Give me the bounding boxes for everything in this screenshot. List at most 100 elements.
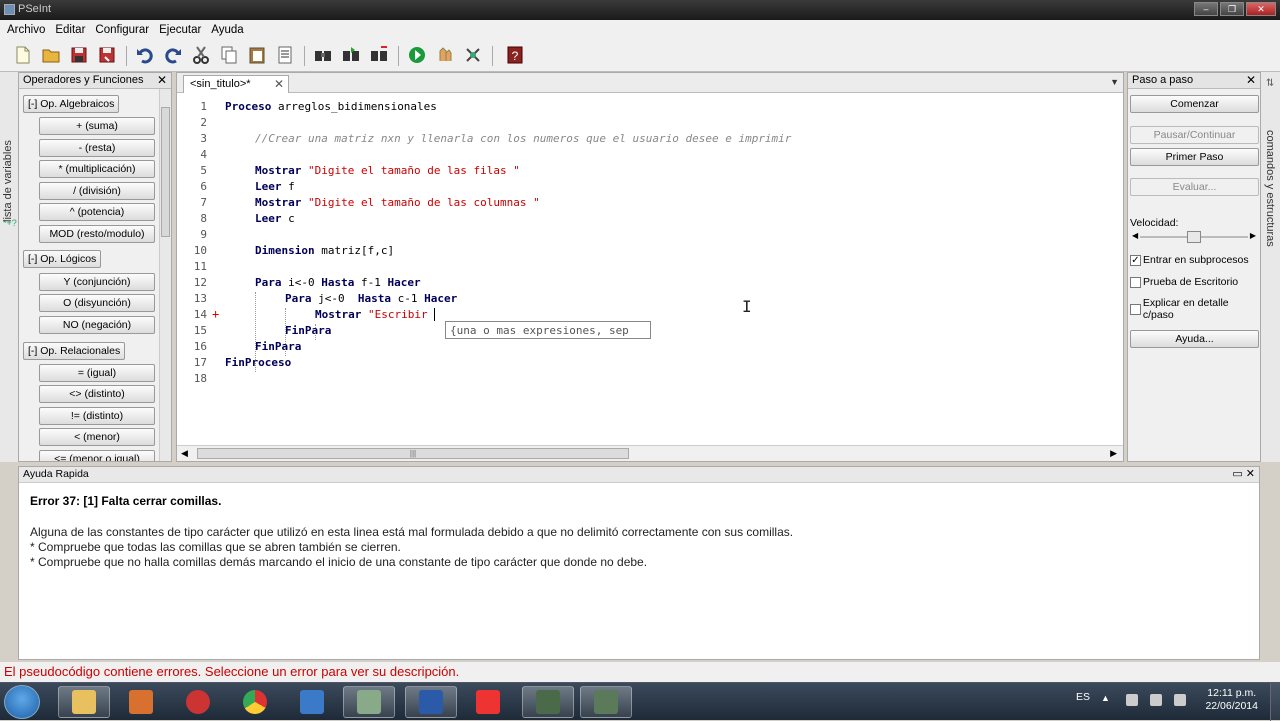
save-icon[interactable] bbox=[68, 44, 90, 66]
word-icon[interactable] bbox=[405, 686, 457, 718]
op-potencia[interactable]: ^ (potencia) bbox=[39, 203, 155, 221]
close-icon[interactable]: ✕ bbox=[1246, 73, 1256, 87]
quick-help-header: Ayuda Rapida ▭ ✕ bbox=[19, 467, 1259, 483]
slider-knob[interactable] bbox=[1187, 231, 1201, 243]
pseint-icon[interactable] bbox=[343, 686, 395, 718]
cut-icon[interactable] bbox=[190, 44, 212, 66]
menu-configurar[interactable]: Configurar bbox=[90, 24, 154, 36]
group-logicos[interactable]: [-] Op. Lógicos bbox=[23, 250, 102, 268]
group-relacionales[interactable]: [-] Op. Relacionales bbox=[23, 342, 126, 360]
slider-right-icon[interactable]: ▶ bbox=[1250, 231, 1256, 240]
step-icon[interactable] bbox=[434, 44, 456, 66]
language-indicator[interactable]: ES bbox=[1076, 691, 1090, 703]
new-file-icon[interactable] bbox=[12, 44, 34, 66]
line-number: 4 bbox=[200, 148, 207, 161]
undo-icon[interactable] bbox=[134, 44, 156, 66]
operators-panel: Operadores y Funciones ✕ [-] Op. Algebra… bbox=[18, 72, 172, 462]
redo-icon[interactable] bbox=[162, 44, 184, 66]
menu-ayuda[interactable]: Ayuda bbox=[206, 24, 248, 36]
menu-ejecutar[interactable]: Ejecutar bbox=[154, 24, 206, 36]
find-next-icon[interactable] bbox=[340, 44, 362, 66]
open-folder-icon[interactable] bbox=[40, 44, 62, 66]
tab-sin-titulo[interactable]: <sin_titulo>* ✕ bbox=[183, 75, 289, 93]
acrobat-icon[interactable] bbox=[462, 686, 514, 718]
replace-icon[interactable] bbox=[368, 44, 390, 66]
movie-maker-icon[interactable] bbox=[286, 686, 338, 718]
volume-icon[interactable] bbox=[1174, 694, 1186, 706]
checkbox[interactable] bbox=[1130, 276, 1141, 288]
check-prueba-escritorio[interactable]: Prueba de Escritorio bbox=[1130, 276, 1238, 288]
code-line: Para j<-0 Hasta c-1 Hacer bbox=[285, 292, 458, 305]
op-distinto[interactable]: <> (distinto) bbox=[39, 385, 155, 403]
slider-left-icon[interactable]: ◀ bbox=[1132, 231, 1138, 240]
error-hint-2: * Compruebe que no halla comillas demás … bbox=[30, 555, 648, 569]
op-menor[interactable]: < (menor) bbox=[39, 428, 155, 446]
error-hint-1: * Compruebe que todas las comillas que s… bbox=[30, 540, 401, 554]
op-division[interactable]: / (división) bbox=[39, 182, 155, 200]
first-step-button[interactable]: Primer Paso bbox=[1130, 148, 1259, 166]
op-menor-igual[interactable]: <= (menor o igual) bbox=[39, 450, 155, 461]
close-icon[interactable]: ✕ bbox=[157, 73, 167, 87]
variables-list-tab[interactable]: *+? lista de variables bbox=[0, 72, 18, 462]
commands-structures-tab[interactable]: ⇄ comandos y estructuras bbox=[1261, 72, 1280, 462]
clock[interactable]: 12:11 p.m. 22/06/2014 bbox=[1205, 687, 1258, 713]
media-player-icon[interactable] bbox=[115, 686, 167, 718]
op-disyuncion[interactable]: O (disyunción) bbox=[39, 294, 155, 312]
run-icon[interactable] bbox=[406, 44, 428, 66]
network-icon[interactable] bbox=[1150, 694, 1162, 706]
help-book-icon[interactable]: ? bbox=[504, 44, 526, 66]
pseint-window-icon[interactable] bbox=[522, 686, 574, 718]
explorer-icon[interactable] bbox=[58, 686, 110, 718]
pseint-run-icon[interactable] bbox=[580, 686, 632, 718]
editor-hscrollbar[interactable]: ◀ ||| ▶ bbox=[177, 445, 1123, 461]
snipping-tool-icon[interactable] bbox=[172, 686, 224, 718]
menu-editar[interactable]: Editar bbox=[50, 24, 90, 36]
scroll-right-icon[interactable]: ▶ bbox=[1110, 448, 1117, 459]
minimize-button[interactable]: ‒ bbox=[1194, 2, 1218, 16]
search-icon[interactable] bbox=[312, 44, 334, 66]
operators-scrollbar[interactable] bbox=[159, 89, 171, 461]
paste-icon[interactable] bbox=[246, 44, 268, 66]
line-number: 3 bbox=[200, 132, 207, 145]
op-distinto-2[interactable]: != (distinto) bbox=[39, 407, 155, 425]
op-multiplicacion[interactable]: * (multiplicación) bbox=[39, 160, 155, 178]
op-conjuncion[interactable]: Y (conjunción) bbox=[39, 273, 155, 291]
op-negacion[interactable]: NO (negación) bbox=[39, 316, 155, 334]
debug-icon[interactable] bbox=[462, 44, 484, 66]
scrollbar-thumb[interactable] bbox=[161, 107, 170, 237]
flag-icon[interactable] bbox=[1126, 694, 1138, 706]
restore-button[interactable]: ❐ bbox=[1220, 2, 1244, 16]
tab-label: <sin_titulo>* bbox=[190, 78, 251, 90]
hscroll-thumb[interactable]: ||| bbox=[197, 448, 629, 459]
start-button[interactable] bbox=[4, 685, 40, 719]
close-tab-icon[interactable]: ✕ bbox=[274, 77, 284, 91]
save-as-icon[interactable] bbox=[96, 44, 118, 66]
evaluate-button[interactable]: Evaluar... bbox=[1130, 178, 1259, 196]
checkbox[interactable] bbox=[1130, 303, 1141, 315]
op-resta[interactable]: - (resta) bbox=[39, 139, 155, 157]
pause-continue-button[interactable]: Pausar/Continuar bbox=[1130, 126, 1259, 144]
help-button[interactable]: Ayuda... bbox=[1130, 330, 1259, 348]
start-button[interactable]: Comenzar bbox=[1130, 95, 1259, 113]
group-algebraicos[interactable]: [-] Op. Algebraicos bbox=[23, 95, 120, 113]
speed-slider[interactable]: ◀ ▶ bbox=[1132, 231, 1256, 243]
tab-list-dropdown-icon[interactable]: ▼ bbox=[1110, 77, 1119, 87]
check-subprocesos[interactable]: ✓ Entrar en subprocesos bbox=[1130, 254, 1249, 266]
copy-icon[interactable] bbox=[218, 44, 240, 66]
show-desktop-button[interactable] bbox=[1270, 683, 1280, 721]
code-area[interactable]: 1 Proceso arreglos_bidimensionales 2 3 //Cre… bbox=[177, 95, 1123, 445]
code-line: Mostrar "Digite el tamaño de las filas " bbox=[255, 164, 520, 177]
op-igual[interactable]: = (igual) bbox=[39, 364, 155, 382]
scroll-left-icon[interactable]: ◀ bbox=[181, 448, 188, 459]
tray-expand-icon[interactable]: ▲ bbox=[1101, 693, 1110, 703]
op-mod[interactable]: MOD (resto/modulo) bbox=[39, 225, 155, 243]
restore-close-icon[interactable]: ▭ ✕ bbox=[1232, 467, 1255, 480]
indent-icon[interactable] bbox=[274, 44, 296, 66]
close-window-button[interactable]: ✕ bbox=[1246, 2, 1276, 16]
op-suma[interactable]: + (suma) bbox=[39, 117, 155, 135]
error-marker[interactable]: + bbox=[212, 307, 219, 321]
check-explicar-detalle[interactable]: Explicar en detalle c/paso bbox=[1130, 297, 1260, 321]
menu-archivo[interactable]: Archivo bbox=[2, 24, 50, 36]
chrome-icon[interactable] bbox=[229, 686, 281, 718]
checkbox[interactable]: ✓ bbox=[1130, 254, 1141, 266]
